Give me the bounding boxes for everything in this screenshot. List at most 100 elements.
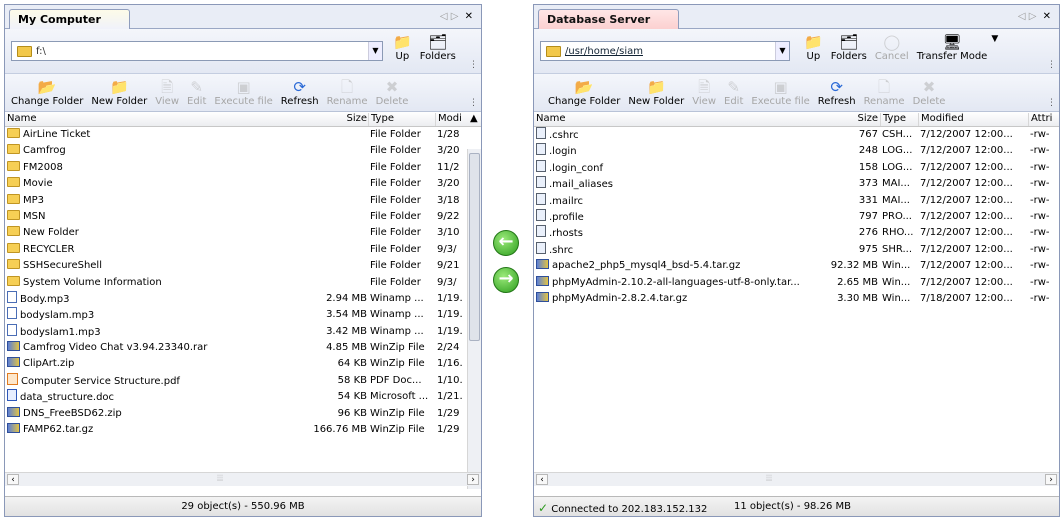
right-col-attributes[interactable]: Attri (1028, 113, 1060, 126)
left-view-button[interactable]: 🗎 View (151, 78, 183, 107)
left-horizontal-scrollbar[interactable]: ‹ ⦙⦙⦙ › (5, 472, 481, 486)
right-tab-controls[interactable]: ◁ ▷ ✕ (1018, 11, 1051, 22)
left-scroll-thumb[interactable] (469, 153, 480, 341)
table-row[interactable]: DNS_FreeBSD62.zip 96 KB WinZip File 1/29 (5, 406, 481, 422)
table-row[interactable]: MP3 File Folder 3/18 (5, 193, 481, 209)
table-row[interactable]: .shrc 975 SHR... 7/12/2007 12:00... -rw- (534, 241, 1059, 258)
left-up-button[interactable]: 📁 Up (389, 33, 416, 62)
table-row[interactable]: Movie File Folder 3/20 (5, 176, 481, 192)
table-row[interactable]: .login_conf 158 LOG... 7/12/2007 12:00... -r… (534, 159, 1059, 176)
left-tab-my-computer[interactable]: My Computer (9, 9, 130, 29)
table-row[interactable]: AirLine Ticket File Folder 1/28 (5, 127, 481, 143)
right-execute-button[interactable]: ▣ Execute file (747, 78, 813, 107)
right-delete-button[interactable]: ✖ Delete (909, 78, 950, 107)
left-edit-button[interactable]: ✎ Edit (183, 78, 210, 107)
table-row[interactable]: System Volume Information File Folder 9/3/ (5, 275, 481, 291)
left-refresh-button[interactable]: ⟳ Refresh (277, 78, 323, 107)
left-tab-controls[interactable]: ◁ ▷ ✕ (440, 11, 473, 22)
right-tab-database-server[interactable]: Database Server (538, 9, 680, 29)
folder-icon (17, 46, 32, 57)
left-col-size[interactable]: Size (325, 113, 367, 126)
left-rename-button[interactable]: 🗋 Rename (323, 78, 372, 107)
scroll-left-icon[interactable]: ‹ (7, 474, 19, 485)
chevron-down-icon[interactable]: ▼ (368, 42, 382, 60)
right-view-button[interactable]: 🗎 View (688, 78, 720, 107)
table-row[interactable]: data_structure.doc 54 KB Microsoft ... 1/21… (5, 389, 481, 405)
right-folders-button[interactable]: 🗂 Folders (827, 33, 871, 62)
left-new-folder-button[interactable]: 📁 New Folder (87, 78, 151, 107)
transfer-right-arrow-icon[interactable]: → (493, 267, 519, 293)
file-size: 64 KB (337, 358, 367, 370)
right-view-label: View (692, 96, 717, 107)
table-row[interactable]: Computer Service Structure.pdf 58 KB PDF D… (5, 372, 481, 389)
table-row[interactable]: bodyslam1.mp3 3.42 MB Winamp ... 1/19. (5, 323, 481, 340)
file-name: Body.mp3 (7, 290, 322, 308)
right-col-modified[interactable]: Modified (918, 113, 1026, 126)
table-row[interactable]: FAMP62.tar.gz 166.76 MB WinZip File 1/29 (5, 422, 481, 438)
file-modified: 7/12/2007 12:00... (920, 194, 1013, 206)
right-col-name[interactable]: Name (534, 113, 566, 126)
toolbar-grip-icon[interactable]: ⋮ (1047, 98, 1056, 108)
left-col-type[interactable]: Type (368, 113, 434, 126)
table-row[interactable]: .cshrc 767 CSH... 7/12/2007 12:00... -rw- (534, 127, 1059, 143)
toolbar-grip-icon[interactable]: ⋮ (1047, 60, 1056, 70)
table-row[interactable]: .mail_aliases 373 MAI... 7/12/2007 12:00...… (534, 176, 1059, 192)
table-row[interactable]: Body.mp3 2.94 MB Winamp ... 1/19. (5, 290, 481, 308)
left-path-combo[interactable]: f:\ ▼ (11, 41, 383, 61)
right-cancel-button[interactable]: ◯ Cancel (871, 33, 913, 62)
right-edit-button[interactable]: ✎ Edit (720, 78, 747, 107)
right-nav-toolbar: 📁 Up 🗂 Folders ◯ Cancel 🖥 Transfer Mode ▼ (800, 33, 998, 62)
toolbar-grip-icon[interactable]: ⋮ (469, 98, 478, 108)
left-delete-button[interactable]: ✖ Delete (372, 78, 413, 107)
right-path-combo[interactable]: /usr/home/siam ▼ (540, 41, 790, 61)
left-execute-button[interactable]: ▣ Execute file (210, 78, 276, 107)
right-horizontal-scrollbar[interactable]: ‹ ⦙⦙⦙ › (534, 472, 1059, 486)
right-refresh-button[interactable]: ⟳ Refresh (814, 78, 860, 107)
table-row[interactable]: MSN File Folder 9/22 (5, 209, 481, 225)
scroll-right-icon[interactable]: › (467, 474, 479, 485)
left-col-name[interactable]: Name (5, 113, 37, 126)
right-up-button[interactable]: 📁 Up (800, 33, 827, 62)
chevron-down-icon[interactable]: ▼ (775, 42, 789, 60)
right-file-toolbar: 📂 Change Folder 📁 New Folder 🗎 View ✎ Edit ▣… (534, 74, 1059, 112)
close-icon[interactable]: ✕ (465, 11, 473, 22)
right-change-folder-button[interactable]: 📂 Change Folder (544, 78, 624, 107)
table-row[interactable]: Camfrog Video Chat v3.94.23340.rar 4.85 M… (5, 340, 481, 356)
table-row[interactable]: .profile 797 PRO... 7/12/2007 12:00... -rw- (534, 208, 1059, 225)
table-row[interactable]: apache2_php5_mysql4_bsd-5.4.tar.gz 92.32 … (534, 258, 1059, 274)
table-row[interactable]: Camfrog File Folder 3/20 (5, 143, 481, 159)
file-modified: 1/29 (437, 424, 460, 436)
folder-icon (7, 259, 20, 270)
file-type: MAI... (882, 194, 910, 206)
table-row[interactable]: ClipArt.zip 64 KB WinZip File 1/16. (5, 356, 481, 372)
left-folders-button[interactable]: 🗂 Folders (416, 33, 460, 62)
left-col-modified[interactable]: Modi (435, 113, 465, 126)
toolbar-grip-icon[interactable]: ⋮ (469, 60, 478, 70)
close-icon[interactable]: ✕ (1043, 11, 1051, 22)
table-row[interactable]: FM2008 File Folder 11/2 (5, 160, 481, 176)
right-col-type[interactable]: Type (880, 113, 916, 126)
scroll-left-icon[interactable]: ‹ (536, 474, 548, 485)
table-row[interactable]: SSHSecureShell File Folder 9/21 (5, 258, 481, 274)
table-row[interactable]: New Folder File Folder 3/10 (5, 225, 481, 241)
file-type: File Folder (370, 145, 421, 157)
table-row[interactable]: RECYCLER File Folder 9/3/ (5, 242, 481, 258)
scroll-right-icon[interactable]: › (1045, 474, 1057, 485)
delete-icon: ✖ (385, 78, 399, 96)
table-row[interactable]: .login 248 LOG... 7/12/2007 12:00... -rw- (534, 143, 1059, 159)
table-row[interactable]: phpMyAdmin-2.10.2-all-languages-utf-8-on… (534, 275, 1059, 291)
right-col-size[interactable]: Size (834, 113, 878, 126)
left-vertical-scrollbar[interactable] (467, 149, 481, 489)
right-new-folder-button[interactable]: 📁 New Folder (624, 78, 688, 107)
table-row[interactable]: bodyslam.mp3 3.54 MB Winamp ... 1/19. (5, 307, 481, 323)
transfer-mode-dropdown-icon[interactable]: ▼ (991, 34, 998, 44)
right-transfer-mode-button[interactable]: 🖥 Transfer Mode (913, 33, 992, 62)
file-name-text: .login_conf (549, 162, 604, 174)
table-row[interactable]: .mailrc 331 MAI... 7/12/2007 12:00... -rw- (534, 192, 1059, 209)
table-row[interactable]: phpMyAdmin-2.8.2.4.tar.gz 3.30 MB Win... 7/… (534, 291, 1059, 307)
right-rename-button[interactable]: 🗋 Rename (860, 78, 909, 107)
transfer-left-arrow-icon[interactable]: ← (493, 230, 519, 256)
left-change-folder-button[interactable]: 📂 Change Folder (7, 78, 87, 107)
table-row[interactable]: .rhosts 276 RHO... 7/12/2007 12:00... -rw- (534, 225, 1059, 241)
file-size: 331 (858, 194, 878, 206)
